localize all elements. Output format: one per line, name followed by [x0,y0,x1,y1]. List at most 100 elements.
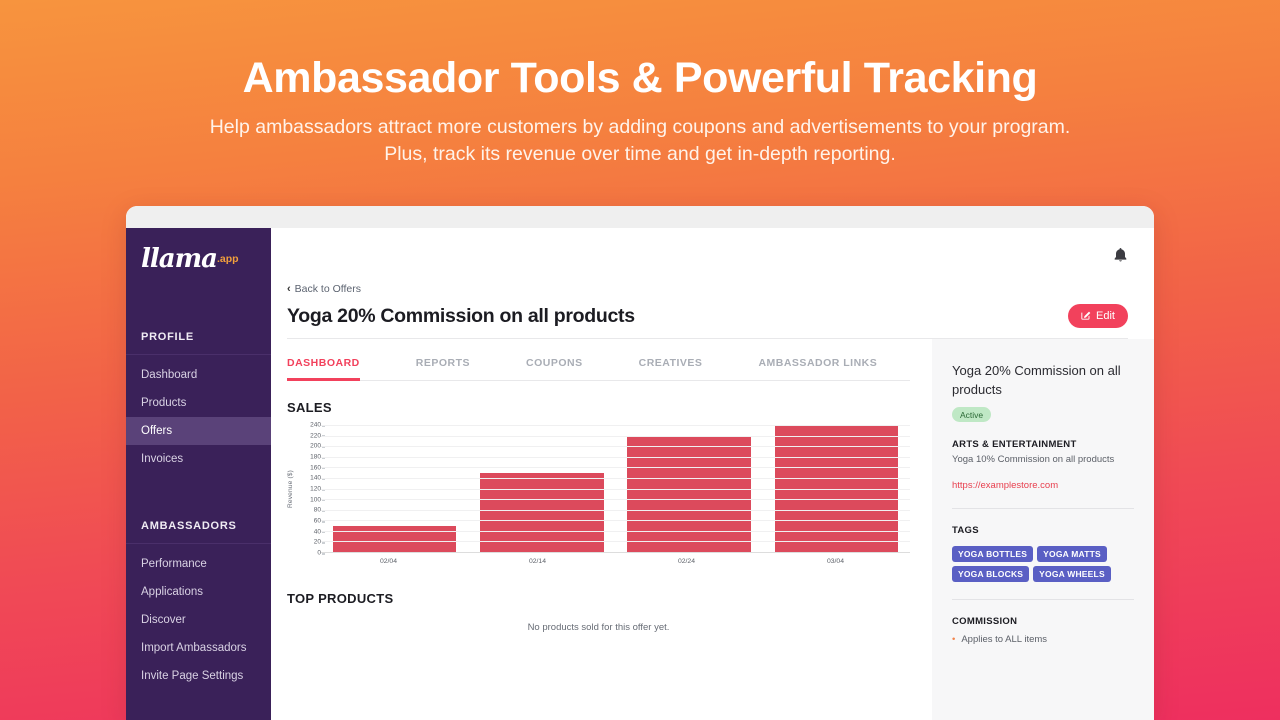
pencil-square-icon [1081,310,1091,323]
chart-y-tick: 240 [310,421,325,429]
chart-y-tick: 60 [313,517,326,525]
sidebar-item-discover[interactable]: Discover [126,606,271,634]
commission-label: COMMISSION [952,615,1018,627]
tag-chip[interactable]: YOGA BOTTLES [952,545,1034,562]
sidebar-item-offers[interactable]: Offers [126,417,271,445]
status-badge: Active [952,407,992,422]
edit-button-label: Edit [1096,310,1115,322]
chart-gridline [321,477,910,479]
top-bar [271,228,1154,283]
bell-icon[interactable] [1113,247,1128,264]
sidebar-item-applications[interactable]: Applications [126,578,271,606]
app-logo[interactable]: llama .app [126,228,271,290]
top-products-section: TOP PRODUCTS No products sold for this o… [287,565,910,633]
left-column: DASHBOARD REPORTS COUPONS CREATIVES AMBA… [287,339,932,720]
content-area: DASHBOARD REPORTS COUPONS CREATIVES AMBA… [271,339,1154,720]
chart-y-tick: 120 [310,485,325,493]
tab-ambassador-links[interactable]: AMBASSADOR LINKS [758,357,877,380]
chart-y-tick: 80 [313,506,326,514]
chart-y-axis: 0 20 40 60 80 100 120 140 160 180 200 220 240 [295,421,326,557]
offer-category-label: ARTS & ENTERTAINMENT [952,438,1077,450]
chart-gridline [321,488,910,490]
sidebar-item-invite-page-settings[interactable]: Invite Page Settings [126,662,271,690]
edit-button[interactable]: Edit [1068,304,1128,328]
chart-y-tick: 220 [310,432,325,440]
chart-gridline [321,530,910,532]
chart-y-axis-label: Revenue ($) [287,470,294,508]
sales-bar-chart: Revenue ($) 0 20 40 60 80 100 120 140 160 180 200 2… [287,421,910,557]
tags-label: TAGS [952,524,979,536]
sidebar-section-ambassadors: AMBASSADORS [126,509,271,544]
tab-creatives[interactable]: CREATIVES [639,357,703,380]
sidebar-item-invoices[interactable]: Invoices [126,445,271,473]
window-titlebar [126,206,1154,228]
chart-bar[interactable] [332,525,457,552]
sidebar-list-profile: Dashboard Products Offers Invoices [126,355,271,473]
tag-chip[interactable]: YOGA WHEELS [1033,565,1111,582]
back-link-label: Back to Offers [294,283,362,295]
sidebar: llama .app PROFILE Dashboard Products Off… [126,228,271,720]
main-content: ‹ Back to Offers Yoga 20% Commission on … [271,228,1154,720]
sidebar-item-import-ambassadors[interactable]: Import Ambassadors [126,634,271,662]
chart-y-tick: 140 [310,474,325,482]
chart-bar[interactable] [480,472,604,552]
promo-title: Ambassador Tools & Powerful Tracking [242,54,1038,102]
panel-divider-1 [952,507,1134,509]
sales-heading: SALES [287,400,332,415]
chevron-left-icon: ‹ [287,282,291,295]
chart-y-tick: 200 [310,442,325,450]
chart-x-tick: 03/04 [826,558,844,565]
promo-subtitle: Help ambassadors attract more customers … [209,116,1071,165]
offer-description: Yoga 10% Commission on all products [952,453,1115,465]
sidebar-item-dashboard[interactable]: Dashboard [126,361,271,389]
chart-y-tick: 100 [310,496,325,504]
chart-gridline [321,467,910,469]
chart-gridline [321,425,910,426]
bullet-dot-icon: • [952,633,956,645]
chart-plot-area [321,425,910,553]
commission-item-label: Applies to ALL items [961,633,1048,645]
offer-store-link[interactable]: https://examplestore.com [952,480,1134,491]
tab-reports[interactable]: REPORTS [416,357,470,380]
logo-suffix: .app [216,253,239,265]
chart-y-tick: 20 [313,538,326,546]
page-header: ‹ Back to Offers Yoga 20% Commission on … [271,283,1154,339]
chart-x-tick: 02/04 [379,558,397,565]
app-window: llama .app PROFILE Dashboard Products Off… [126,206,1154,720]
panel-divider-2 [952,598,1134,600]
tab-bar: DASHBOARD REPORTS COUPONS CREATIVES AMBA… [287,339,910,381]
chart-bar[interactable] [627,435,751,552]
top-products-heading: TOP PRODUCTS [287,591,394,606]
chart-gridline [321,456,910,458]
logo-text: llama [141,244,218,274]
offer-detail-panel: Yoga 20% Commission on all products Acti… [932,339,1154,720]
back-to-offers-link[interactable]: ‹ Back to Offers [287,283,1128,295]
tab-dashboard[interactable]: DASHBOARD [287,357,360,381]
tag-list: YOGA BOTTLES YOGA MATTS YOGA BLOCKS YOGA WH… [952,545,1134,582]
chart-gridline [321,520,910,522]
chart-gridline [321,435,910,437]
commission-item: • Applies to ALL items [952,634,1134,646]
chart-y-tick: 40 [313,528,326,536]
title-row: Yoga 20% Commission on all products Edit [287,295,1128,339]
chart-x-tick: 02/24 [677,558,695,565]
commission-list: • Applies to ALL items [952,634,1134,646]
promo-header: Ambassador Tools & Powerful Tracking Hel… [0,0,1280,168]
page-title: Yoga 20% Commission on all products [287,304,635,327]
sidebar-list-ambassadors: Performance Applications Discover Import… [126,544,271,690]
sidebar-item-products[interactable]: Products [126,389,271,417]
chart-y-tick: 180 [310,453,325,461]
chart-x-axis: 02/04 02/14 02/24 03/04 [287,553,910,565]
chart-gridline [321,446,910,448]
offer-panel-title: Yoga 20% Commission on all products [952,363,1121,397]
chart-gridline [321,509,910,511]
top-products-empty-message: No products sold for this offer yet. [527,622,670,633]
sidebar-section-profile: PROFILE [126,320,271,355]
chart-y-tick: 160 [310,464,325,472]
chart-x-tick: 02/14 [528,558,546,565]
chart-gridline [321,541,910,543]
sidebar-item-performance[interactable]: Performance [126,550,271,578]
tag-chip[interactable]: YOGA MATTS [1037,545,1107,562]
tab-coupons[interactable]: COUPONS [526,357,583,380]
tag-chip[interactable]: YOGA BLOCKS [952,565,1030,582]
